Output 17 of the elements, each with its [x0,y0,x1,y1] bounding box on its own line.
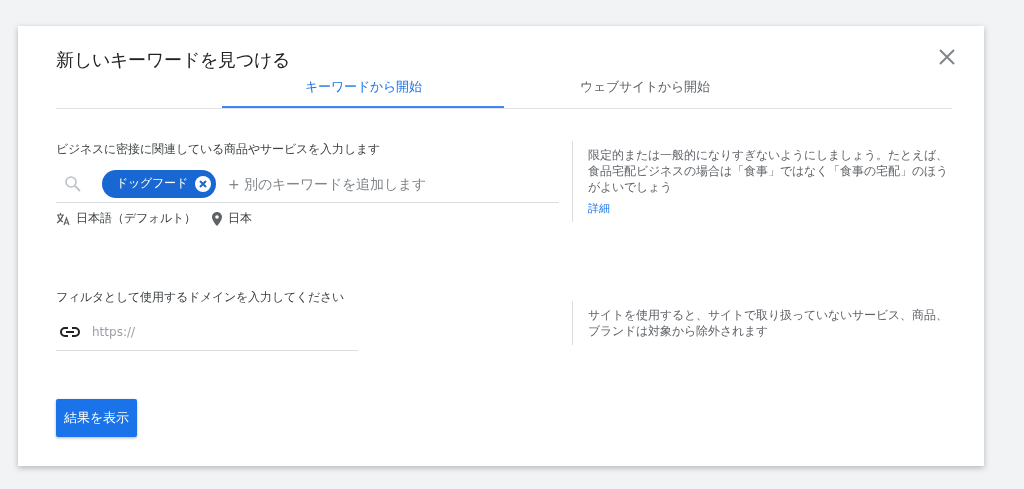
field-label: フィルタとして使用するドメインを入力してください [56,289,345,305]
tab[interactable]: ウェブサイトから開始 [504,76,786,108]
keyword-chip[interactable]: ドッグフード [102,169,216,198]
show-results-button[interactable]: 結果を表示 [56,399,137,437]
search-icon [64,174,82,193]
translate-icon [56,211,70,226]
remove-icon[interactable] [194,174,212,193]
location-label: 日本 [228,210,252,227]
dialog-title: 新しいキーワードを見つける [56,48,290,72]
tab[interactable]: キーワードから開始 [222,76,504,108]
link-icon [60,325,80,338]
hint-text: サイトを使用すると、サイトで取り扱っていないサービス、商品、ブランドは対象から除外されます [588,307,949,339]
details-link[interactable]: 詳細 [588,201,610,216]
hint-text: 限定的または一般的になりすぎないようにしましょう。たとえば、食品宅配ビジネスの場合は「食事」ではなく「食事の宅配」のほうがよいでしょう [588,147,949,195]
field-label: ビジネスに密接に関連している商品やサービスを入力します [56,141,381,157]
language-label: 日本語（デフォルト） [76,210,196,227]
location-pin-icon [212,211,222,226]
